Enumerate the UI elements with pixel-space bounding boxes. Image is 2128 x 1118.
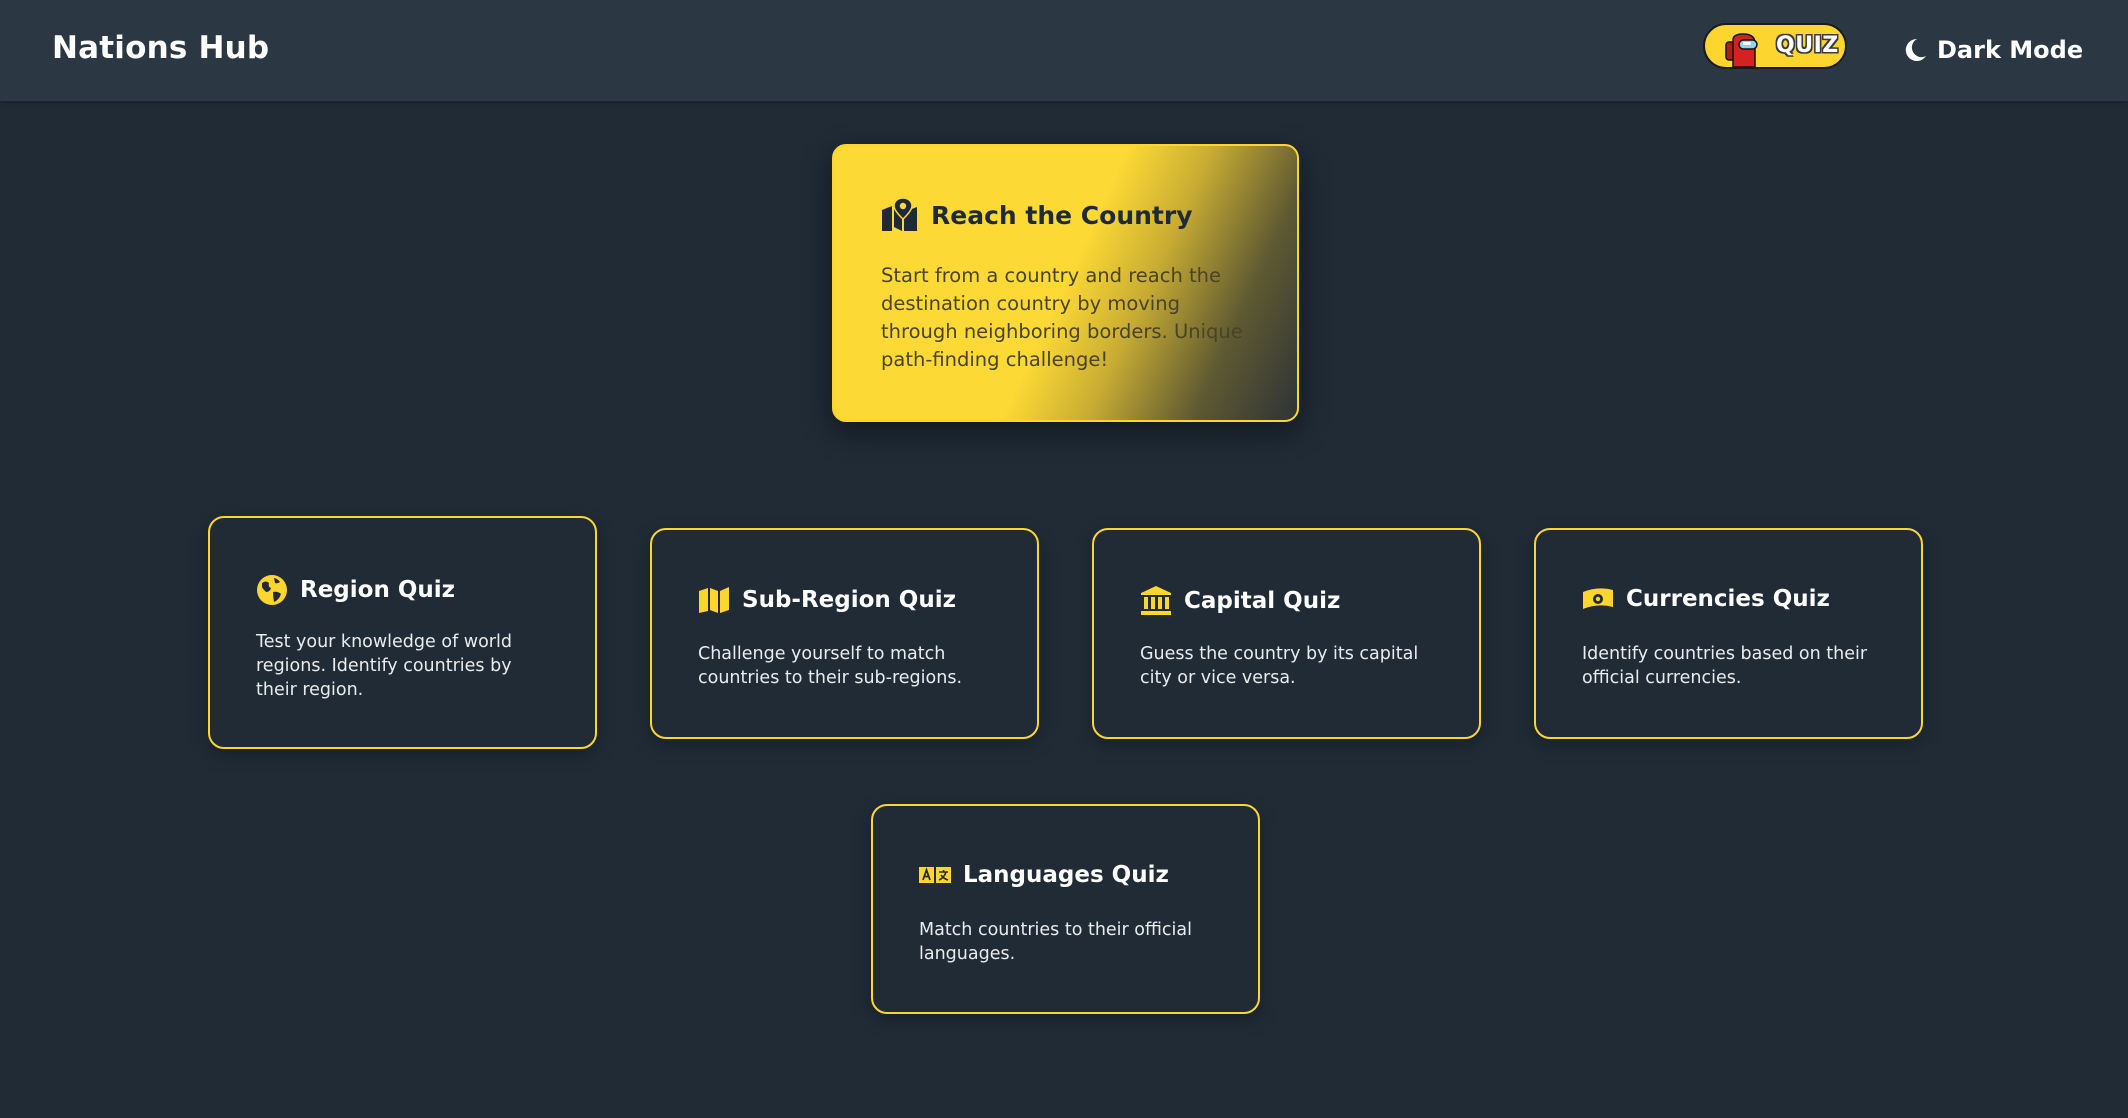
currencies-quiz-card[interactable]: Currencies Quiz Identify countries based… (1534, 528, 1923, 739)
region-quiz-title: Region Quiz (300, 577, 456, 603)
sub-region-quiz-title: Sub-Region Quiz (742, 587, 956, 613)
sub-region-quiz-title-row: Sub-Region Quiz (698, 586, 956, 614)
language-icon (919, 867, 951, 883)
languages-quiz-card[interactable]: Languages Quiz Match countries to their … (871, 804, 1260, 1014)
region-quiz-title-row: Region Quiz (256, 574, 455, 606)
landmark-icon (1141, 586, 1171, 615)
languages-quiz-title-row: Languages Quiz (919, 862, 1169, 888)
quiz-button[interactable]: QUIZ (1703, 23, 1847, 69)
languages-quiz-description: Match countries to their official langua… (919, 920, 1193, 964)
sub-region-quiz-description: Challenge yourself to match countries to… (698, 644, 963, 688)
featured-title: Reach the Country (931, 200, 1193, 230)
moon-icon (1905, 38, 1926, 61)
currencies-quiz-description: Identify countries based on their offici… (1582, 644, 1868, 688)
crewmate-icon (1725, 33, 1758, 67)
map-icon (699, 587, 729, 613)
featured-description: Start from a country and reach the desti… (881, 264, 1243, 371)
currencies-quiz-title: Currencies Quiz (1626, 586, 1830, 612)
sub-region-quiz-card[interactable]: Sub-Region Quiz Challenge yourself to ma… (650, 528, 1039, 739)
capital-quiz-card[interactable]: Capital Quiz Guess the country by its ca… (1092, 528, 1481, 739)
quiz-button-label: QUIZ (1776, 33, 1839, 58)
capital-quiz-description: Guess the country by its capital city or… (1140, 644, 1419, 688)
brand-title[interactable]: Nations Hub (52, 30, 269, 66)
capital-quiz-title: Capital Quiz (1184, 588, 1341, 614)
currencies-quiz-title-row: Currencies Quiz (1582, 586, 1830, 612)
dark-mode-toggle[interactable]: Dark Mode (1905, 33, 2083, 67)
languages-quiz-title: Languages Quiz (963, 862, 1169, 888)
globe-icon (257, 575, 287, 605)
featured-title-row: Reach the Country (881, 198, 1193, 232)
dark-mode-label: Dark Mode (1937, 36, 2084, 64)
capital-quiz-title-row: Capital Quiz (1140, 586, 1340, 616)
top-nav-bar: Nations Hub QUIZ Dark Mode (0, 0, 2128, 101)
region-quiz-card[interactable]: Region Quiz Test your knowledge of world… (208, 516, 597, 749)
region-quiz-description: Test your knowledge of world regions. Id… (256, 632, 512, 700)
map-pin-icon (882, 198, 917, 231)
reach-the-country-card[interactable]: Reach the Country Start from a country a… (832, 144, 1299, 422)
money-bill-icon (1583, 588, 1613, 609)
